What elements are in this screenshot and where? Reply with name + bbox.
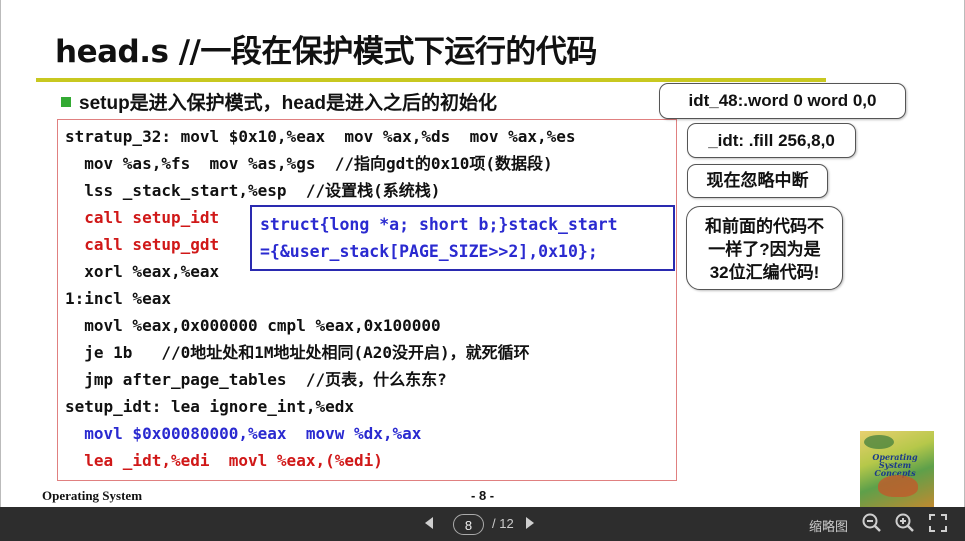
note-line: 一样了?因为是 <box>708 240 821 259</box>
note-line: 和前面的代码不 <box>705 217 824 236</box>
idt-callout: _idt: .fill 256,8,0 <box>687 123 856 158</box>
prev-arrow-icon <box>425 517 433 529</box>
title-underline <box>36 78 826 82</box>
code-line: setup_idt: lea ignore_int,%edx <box>65 397 354 416</box>
callout-code-line: ={&user_stack[PAGE_SIZE>>2],0x10}; <box>260 242 598 261</box>
code-line: jmp after_page_tables //页表，什么东东? <box>65 370 447 389</box>
code-line: movl $0x00080000,%eax movw %dx,%ax <box>65 424 422 443</box>
next-arrow-icon <box>526 517 534 529</box>
slide-title: head.s //一段在保护模式下运行的代码 <box>55 34 597 70</box>
bullet-point: setup是进入保护模式，head是进入之后的初始化 <box>61 88 497 115</box>
footer-course: Operating System <box>42 488 143 503</box>
code-line: mov %as,%fs mov %as,%gs //指向gdt的0x10项(数据… <box>65 154 553 173</box>
book-cover-title: Operating System Concepts <box>872 452 918 478</box>
idt48-callout: idt_48:.word 0 word 0,0 <box>659 83 906 119</box>
page-total: / 12 <box>492 516 514 531</box>
footer-page-number: - 8 - <box>471 488 495 503</box>
zoom-in-icon <box>895 513 914 532</box>
next-page-button[interactable] <box>524 515 536 536</box>
callout-code-line: struct{long *a; short b;}stack_start <box>260 215 618 234</box>
book-dinosaur-art <box>878 475 918 497</box>
thumbnail-button[interactable]: 缩略图 <box>809 516 848 535</box>
zoom-out-icon <box>862 513 881 532</box>
code-line: stratup_32: movl $0x10,%eax mov %ax,%ds … <box>65 127 576 146</box>
fullscreen-button[interactable] <box>929 514 947 537</box>
note-callout: 和前面的代码不 一样了?因为是 32位汇编代码! <box>686 206 843 290</box>
code-line: call setup_gdt <box>65 235 220 254</box>
bullet-text: setup是进入保护模式，head是进入之后的初始化 <box>79 93 498 114</box>
code-line: xorl %eax,%eax <box>65 262 220 281</box>
code-line: movl %eax,0x000000 cmpl %eax,0x100000 <box>65 316 441 335</box>
code-line: 1:incl %eax <box>65 289 171 308</box>
fullscreen-icon <box>929 514 947 532</box>
bullet-square-icon <box>61 96 71 107</box>
book-decor <box>864 435 894 449</box>
code-line: je 1b //0地址处和1M地址处相同(A20没开启)，就死循环 <box>65 343 530 362</box>
code-line: lea _idt,%edi movl %eax,(%edi) <box>65 451 383 470</box>
slide-canvas: head.s //一段在保护模式下运行的代码 setup是进入保护模式，head… <box>0 0 965 507</box>
ignore-interrupt-callout: 现在忽略中断 <box>687 164 828 198</box>
idt-text: _idt: .fill 256,8,0 <box>708 131 835 150</box>
code-line: call setup_idt <box>65 208 220 227</box>
ignore-interrupt-text: 现在忽略中断 <box>706 171 809 190</box>
code-line: lss _stack_start,%esp //设置栈(系统栈) <box>65 181 441 200</box>
zoom-in-button[interactable] <box>895 513 915 538</box>
book-cover-image: Operating System Concepts <box>860 431 934 507</box>
idt48-text: idt_48:.word 0 word 0,0 <box>688 91 877 110</box>
page-number-input[interactable]: 8 <box>453 514 484 535</box>
zoom-out-button[interactable] <box>862 513 882 538</box>
code-block: stratup_32: movl $0x10,%eax mov %ax,%ds … <box>57 119 677 481</box>
note-line: 32位汇编代码! <box>709 263 820 282</box>
prev-page-button[interactable] <box>423 515 435 536</box>
stack-start-callout: struct{long *a; short b;}stack_start ={&… <box>250 205 675 271</box>
